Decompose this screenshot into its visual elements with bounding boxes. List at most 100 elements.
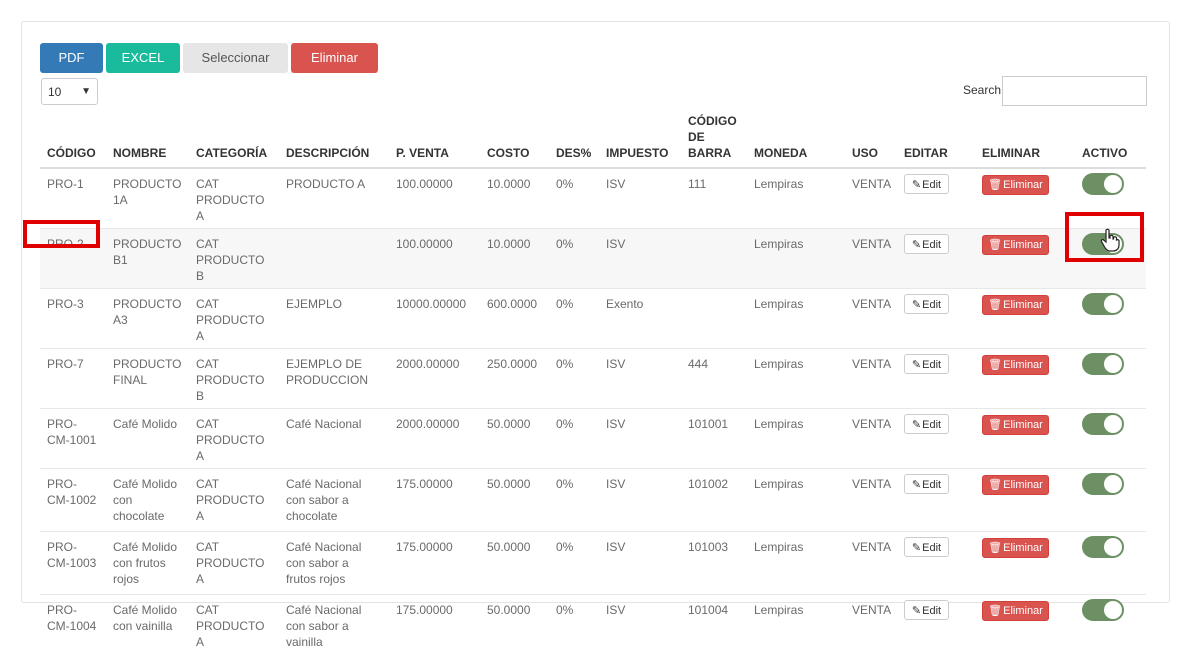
cell-codigo: PRO-CM-1003 bbox=[40, 532, 106, 595]
cell-descripcion: Café Nacional con sabor a vainilla bbox=[279, 595, 389, 654]
edit-button[interactable]: ✎Edit bbox=[904, 537, 949, 557]
active-toggle[interactable] bbox=[1082, 173, 1124, 195]
table-row: PRO-2PRODUCTO B1CAT PRODUCTO B100.000001… bbox=[40, 229, 1146, 289]
table-row: PRO-CM-1002Café Molido con chocolateCAT … bbox=[40, 469, 1146, 532]
cell-editar: ✎Edit bbox=[897, 409, 975, 469]
active-toggle[interactable] bbox=[1082, 293, 1124, 315]
edit-button[interactable]: ✎Edit bbox=[904, 600, 949, 620]
cell-barra: 101001 bbox=[681, 409, 747, 469]
cell-barra bbox=[681, 289, 747, 349]
active-toggle[interactable] bbox=[1082, 536, 1124, 558]
cell-des: 0% bbox=[549, 409, 599, 469]
cell-barra bbox=[681, 229, 747, 289]
cell-descripcion: Café Nacional bbox=[279, 409, 389, 469]
cell-descripcion: PRODUCTO A bbox=[279, 168, 389, 229]
search-input[interactable] bbox=[1002, 76, 1147, 106]
edit-label: Edit bbox=[922, 605, 941, 617]
col-des[interactable]: DES% bbox=[549, 113, 599, 168]
cell-barra: 101003 bbox=[681, 532, 747, 595]
table-row: PRO-CM-1003Café Molido con frutos rojosC… bbox=[40, 532, 1146, 595]
edit-button[interactable]: ✎Edit bbox=[904, 474, 949, 494]
cell-editar: ✎Edit bbox=[897, 469, 975, 532]
cell-nombre: Café Molido bbox=[106, 409, 189, 469]
col-codigo-barra[interactable]: CÓDIGO DE BARRA bbox=[681, 113, 747, 168]
pencil-icon: ✎ bbox=[912, 179, 921, 191]
page-length-select[interactable]: 10 ▼ bbox=[41, 78, 98, 105]
col-uso[interactable]: USO bbox=[845, 113, 897, 168]
cell-nombre: PRODUCTO B1 bbox=[106, 229, 189, 289]
cell-moneda: Lempiras bbox=[747, 595, 845, 654]
edit-button[interactable]: ✎Edit bbox=[904, 414, 949, 434]
edit-button[interactable]: ✎Edit bbox=[904, 354, 949, 374]
cell-uso: VENTA bbox=[845, 289, 897, 349]
cell-costo: 10.0000 bbox=[480, 168, 549, 229]
delete-row-button[interactable]: 🗑Eliminar bbox=[982, 295, 1049, 315]
cell-editar: ✎Edit bbox=[897, 349, 975, 409]
edit-button[interactable]: ✎Edit bbox=[904, 294, 949, 314]
cell-costo: 600.0000 bbox=[480, 289, 549, 349]
cell-venta: 175.00000 bbox=[389, 595, 480, 654]
cell-nombre: Café Molido con chocolate bbox=[106, 469, 189, 532]
cell-costo: 10.0000 bbox=[480, 229, 549, 289]
edit-button[interactable]: ✎Edit bbox=[904, 174, 949, 194]
cell-moneda: Lempiras bbox=[747, 349, 845, 409]
edit-label: Edit bbox=[922, 419, 941, 431]
delete-row-button[interactable]: 🗑Eliminar bbox=[982, 538, 1049, 558]
excel-button[interactable]: EXCEL bbox=[106, 43, 180, 73]
pencil-icon: ✎ bbox=[912, 605, 921, 617]
cell-editar: ✎Edit bbox=[897, 532, 975, 595]
toggle-knob bbox=[1104, 475, 1122, 493]
toggle-knob bbox=[1104, 415, 1122, 433]
col-impuesto[interactable]: IMPUESTO bbox=[599, 113, 681, 168]
toggle-knob bbox=[1104, 175, 1122, 193]
col-codigo[interactable]: CÓDIGO bbox=[40, 113, 106, 168]
cell-editar: ✎Edit bbox=[897, 168, 975, 229]
active-toggle[interactable] bbox=[1082, 353, 1124, 375]
col-eliminar[interactable]: ELIMINAR bbox=[975, 113, 1075, 168]
cell-categoria: CAT PRODUCTO A bbox=[189, 595, 279, 654]
cell-des: 0% bbox=[549, 168, 599, 229]
select-button[interactable]: Seleccionar bbox=[183, 43, 288, 73]
cell-categoria: CAT PRODUCTO A bbox=[189, 409, 279, 469]
active-toggle[interactable] bbox=[1082, 473, 1124, 495]
edit-label: Edit bbox=[922, 179, 941, 191]
cell-editar: ✎Edit bbox=[897, 289, 975, 349]
highlight-code-pro-2 bbox=[23, 220, 100, 248]
delete-row-button[interactable]: 🗑Eliminar bbox=[982, 601, 1049, 621]
active-toggle[interactable] bbox=[1082, 413, 1124, 435]
delete-row-button[interactable]: 🗑Eliminar bbox=[982, 355, 1049, 375]
cell-moneda: Lempiras bbox=[747, 289, 845, 349]
cell-barra: 101004 bbox=[681, 595, 747, 654]
cell-venta: 100.00000 bbox=[389, 229, 480, 289]
cell-impuesto: ISV bbox=[599, 349, 681, 409]
edit-button[interactable]: ✎Edit bbox=[904, 234, 949, 254]
delete-row-button[interactable]: 🗑Eliminar bbox=[982, 175, 1049, 195]
col-descripcion[interactable]: DESCRIPCIÓN bbox=[279, 113, 389, 168]
active-toggle[interactable] bbox=[1082, 599, 1124, 621]
export-toolbar: PDF EXCEL Seleccionar Eliminar bbox=[40, 43, 378, 73]
cell-uso: VENTA bbox=[845, 349, 897, 409]
col-editar[interactable]: EDITAR bbox=[897, 113, 975, 168]
delete-row-button[interactable]: 🗑Eliminar bbox=[982, 475, 1049, 495]
cell-des: 0% bbox=[549, 595, 599, 654]
col-categoria[interactable]: CATEGORÍA bbox=[189, 113, 279, 168]
delete-row-button[interactable]: 🗑Eliminar bbox=[982, 415, 1049, 435]
pdf-button[interactable]: PDF bbox=[40, 43, 103, 73]
delete-selected-button[interactable]: Eliminar bbox=[291, 43, 378, 73]
products-table: CÓDIGO NOMBRE CATEGORÍA DESCRIPCIÓN P. V… bbox=[40, 113, 1146, 654]
col-moneda[interactable]: MONEDA bbox=[747, 113, 845, 168]
col-p-venta[interactable]: P. VENTA bbox=[389, 113, 480, 168]
cell-uso: VENTA bbox=[845, 532, 897, 595]
cell-barra: 111 bbox=[681, 168, 747, 229]
cell-categoria: CAT PRODUCTO B bbox=[189, 349, 279, 409]
cell-codigo: PRO-3 bbox=[40, 289, 106, 349]
col-activo[interactable]: ACTIVO bbox=[1075, 113, 1146, 168]
col-nombre[interactable]: NOMBRE bbox=[106, 113, 189, 168]
col-costo[interactable]: COSTO bbox=[480, 113, 549, 168]
cell-categoria: CAT PRODUCTO A bbox=[189, 469, 279, 532]
edit-label: Edit bbox=[922, 299, 941, 311]
cell-activo bbox=[1075, 469, 1146, 532]
cell-codigo: PRO-CM-1004 bbox=[40, 595, 106, 654]
delete-row-button[interactable]: 🗑Eliminar bbox=[982, 235, 1049, 255]
cell-editar: ✎Edit bbox=[897, 595, 975, 654]
